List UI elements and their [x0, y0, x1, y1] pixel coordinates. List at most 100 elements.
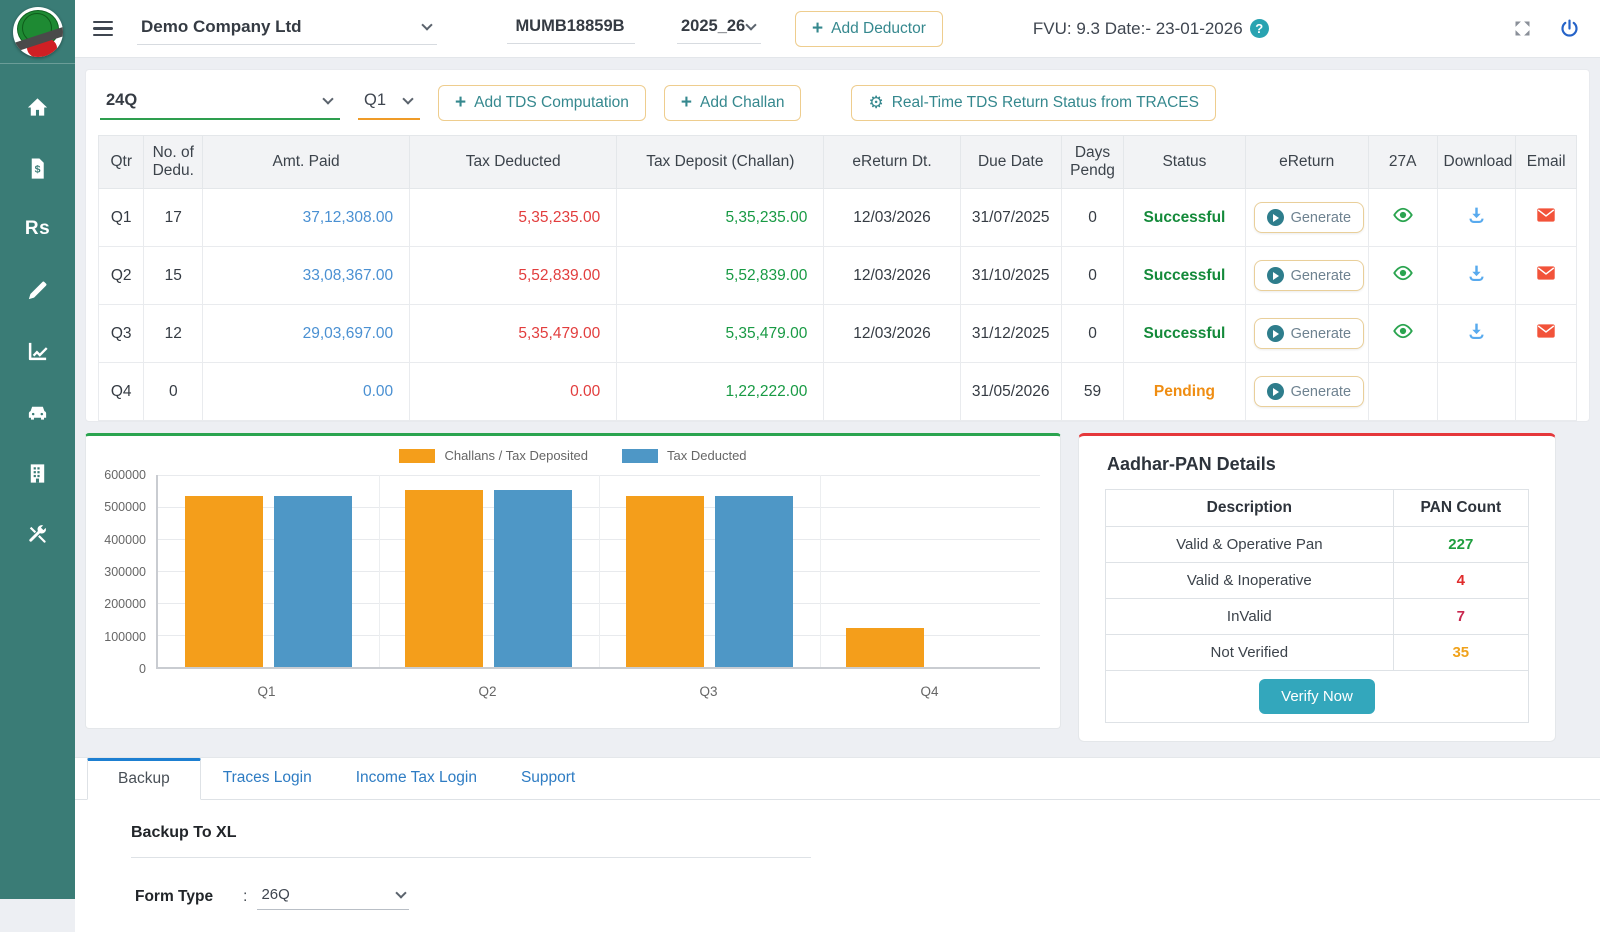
invoice-dollar-icon: $	[31, 157, 44, 179]
generate-ereturn-button[interactable]: Generate	[1253, 318, 1365, 349]
x-axis-label: Q2	[478, 684, 497, 699]
email-button[interactable]	[1535, 262, 1557, 284]
sidebar-item-reports[interactable]	[17, 336, 59, 366]
backup-form-type-select[interactable]: 26Q	[257, 884, 410, 910]
pan-count-value: 227	[1392, 526, 1530, 563]
due-date-cell: 31/12/2025	[959, 304, 1062, 363]
bar-group-q3	[599, 475, 820, 667]
sidebar-item-tools[interactable]	[17, 519, 59, 549]
legend-item: Challans / Tax Deposited	[399, 448, 588, 463]
tab-income-tax-login[interactable]: Income Tax Login	[334, 758, 499, 799]
plus-icon: +	[455, 92, 467, 113]
tab-traces-login[interactable]: Traces Login	[201, 758, 334, 799]
assessment-year: 2025_26	[681, 17, 746, 35]
pen-icon	[28, 281, 47, 299]
bar[interactable]	[846, 627, 925, 667]
pan-count-value: 7	[1392, 598, 1530, 635]
quarter-select[interactable]: Q1	[358, 87, 420, 120]
amt-paid-cell: 0.00	[202, 362, 411, 421]
power-icon[interactable]	[1559, 18, 1580, 39]
days-pending-cell: 0	[1060, 246, 1125, 305]
table-row: Q3 12 29,03,697.00 5,35,479.00 5,35,479.…	[97, 304, 1577, 363]
table-row: Q4 0 0.00 0.00 1,22,222.00 31/05/2026 59…	[97, 362, 1577, 421]
download-button[interactable]	[1466, 263, 1487, 284]
assessment-year-select[interactable]: 2025_26	[677, 13, 761, 44]
generate-ereturn-button[interactable]: Generate	[1253, 376, 1365, 407]
rupee-icon: Rs	[24, 218, 51, 239]
days-pending-cell: 0	[1060, 304, 1125, 363]
view-27a-button[interactable]	[1392, 262, 1414, 284]
sidebar-item-invoice[interactable]: $	[17, 153, 59, 183]
logo-globe-icon	[12, 6, 63, 57]
returns-card: 24Q Q1 + Add TDS Computation + Add Chall…	[85, 69, 1590, 422]
status-badge: Pending	[1123, 362, 1246, 421]
email-button[interactable]	[1535, 320, 1557, 342]
download-icon	[1469, 207, 1484, 223]
ereturn-date-cell: 12/03/2026	[823, 188, 961, 247]
tab-support[interactable]: Support	[499, 758, 597, 799]
pan-col-count: PAN Count	[1392, 489, 1530, 527]
add-tds-computation-button[interactable]: + Add TDS Computation	[438, 85, 646, 121]
dedu-cell: 0	[143, 362, 204, 421]
due-date-cell: 31/05/2026	[959, 362, 1062, 421]
pan-details-table: Description PAN Count Valid & Operative …	[1105, 489, 1530, 723]
bar-group-q1	[158, 475, 379, 667]
tan-value: MUMB18859B	[515, 17, 625, 35]
app-logo[interactable]	[0, 0, 75, 64]
email-button[interactable]	[1535, 204, 1557, 226]
sidebar-item-edit[interactable]	[17, 275, 59, 305]
panel-title: Aadhar-PAN Details	[1107, 454, 1276, 474]
bar-group-q4	[820, 475, 1041, 667]
verify-now-button[interactable]: Verify Now	[1259, 679, 1375, 714]
bar[interactable]	[405, 490, 484, 667]
tds-chart-panel: Challans / Tax Deposited Tax Deducted 0 10…	[85, 433, 1061, 729]
sidebar-item-rupee[interactable]: Rs	[17, 214, 59, 244]
days-pending-cell: 0	[1060, 188, 1125, 247]
help-icon[interactable]: ?	[1249, 19, 1269, 38]
bar[interactable]	[494, 490, 573, 667]
pan-desc: InValid	[1105, 598, 1394, 635]
bar-group-q2	[379, 475, 600, 667]
tax-deducted-cell: 0.00	[409, 362, 618, 421]
qtr-cell: Q2	[97, 246, 145, 305]
envelope-icon	[1537, 208, 1555, 222]
view-27a-button[interactable]	[1392, 320, 1414, 342]
bar[interactable]	[273, 495, 352, 667]
view-27a-button[interactable]	[1392, 204, 1414, 226]
bar[interactable]	[184, 495, 263, 667]
generate-ereturn-button[interactable]: Generate	[1253, 202, 1365, 233]
sidebar: $ Rs	[0, 0, 75, 899]
bar[interactable]	[625, 495, 704, 667]
building-icon	[30, 463, 45, 483]
y-axis-tick: 200000	[104, 597, 146, 612]
aadhar-pan-panel: Aadhar-PAN Details Description PAN Count…	[1078, 433, 1556, 742]
traces-status-button[interactable]: ⚙ Real-Time TDS Return Status from TRACE…	[851, 85, 1216, 121]
x-axis-label: Q4	[920, 684, 939, 699]
form-type-select[interactable]: 24Q	[100, 87, 340, 120]
table-row: Valid & Operative Pan 227	[1105, 526, 1530, 563]
tab-backup[interactable]: Backup	[87, 758, 201, 800]
company-select[interactable]: Demo Company Ltd	[137, 13, 437, 45]
download-button[interactable]	[1466, 321, 1487, 342]
fullscreen-icon[interactable]	[1512, 18, 1533, 39]
x-axis-label: Q1	[257, 684, 276, 699]
sidebar-item-vehicle[interactable]	[17, 397, 59, 427]
add-challan-button[interactable]: + Add Challan	[663, 85, 802, 121]
sidebar-item-company[interactable]	[17, 458, 59, 488]
dedu-cell: 17	[143, 188, 204, 247]
company-name: Demo Company Ltd	[141, 16, 302, 36]
tax-deposit-cell: 5,35,235.00	[616, 188, 825, 247]
generate-ereturn-button[interactable]: Generate	[1253, 260, 1365, 291]
menu-icon[interactable]	[93, 17, 115, 41]
sidebar-item-home[interactable]	[17, 92, 59, 122]
download-button[interactable]	[1466, 205, 1487, 226]
status-badge: Successful	[1123, 304, 1246, 363]
amt-paid-cell: 37,12,308.00	[202, 188, 411, 247]
legend-swatch	[622, 448, 659, 463]
bar[interactable]	[714, 495, 793, 667]
qtr-cell: Q4	[97, 362, 145, 421]
main-content: 24Q Q1 + Add TDS Computation + Add Chall…	[75, 58, 1600, 932]
add-deductor-button[interactable]: + Add Deductor	[795, 10, 943, 47]
pan-desc: Not Verified	[1105, 634, 1394, 671]
gear-icon: ⚙	[868, 93, 884, 113]
